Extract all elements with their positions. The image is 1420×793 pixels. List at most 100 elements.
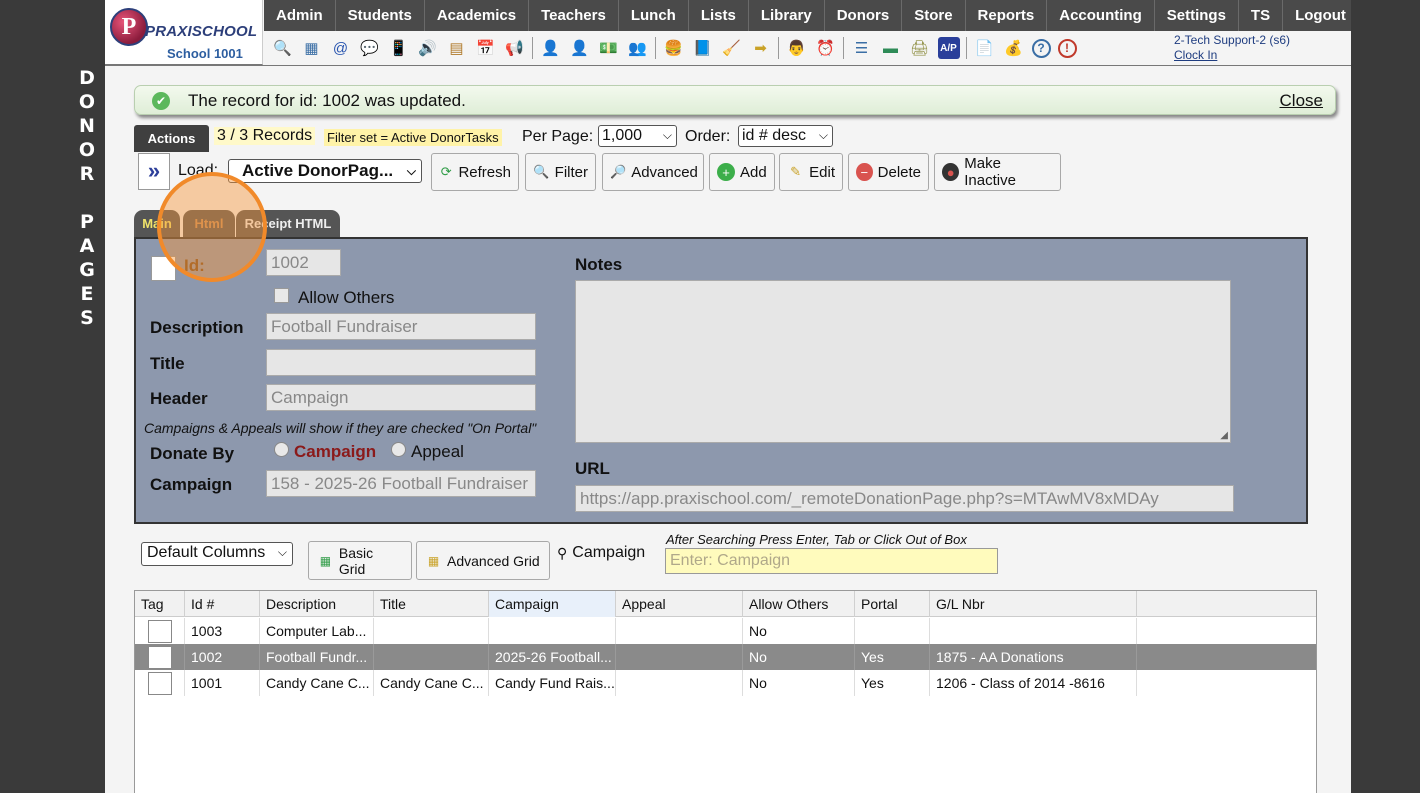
description-field[interactable]: Football Fundraiser — [266, 313, 536, 340]
printer-icon[interactable]: 🖨 — [909, 37, 931, 59]
group-icon[interactable]: 👥 — [627, 37, 649, 59]
load-select[interactable]: Active DonorPag... ⌵ — [228, 159, 422, 183]
user-red-icon[interactable]: 👤 — [540, 37, 562, 59]
calendar-icon[interactable]: 📅 — [475, 37, 497, 59]
user-blue-icon[interactable]: 👤 — [569, 37, 591, 59]
column-header-allow-others[interactable]: Allow Others — [743, 591, 855, 617]
row-tag-checkbox[interactable] — [148, 620, 172, 643]
resize-grip-icon[interactable]: ◢ — [1220, 430, 1228, 441]
menu-donors[interactable]: Donors — [825, 0, 903, 31]
filter-button[interactable]: 🔍 Filter — [525, 153, 596, 191]
order-select[interactable]: id # desc ⌵ — [738, 125, 833, 147]
pdf-icon[interactable]: 📄 — [974, 37, 996, 59]
money-icon[interactable]: 💵 — [598, 37, 620, 59]
school-name: School 1001 — [167, 46, 243, 61]
donate-by-campaign-radio[interactable] — [274, 442, 289, 457]
menu-logout[interactable]: Logout — [1283, 0, 1351, 31]
column-header-portal[interactable]: Portal — [855, 591, 930, 617]
table-cell: Yes — [855, 644, 930, 670]
side-title-letter: P — [80, 211, 94, 233]
export-icon[interactable]: ➡ — [750, 37, 772, 59]
menu-lunch[interactable]: Lunch — [619, 0, 689, 31]
column-header-campaign[interactable]: Campaign — [489, 591, 616, 617]
refresh-button[interactable]: ⟳ Refresh — [431, 153, 519, 191]
menu-store[interactable]: Store — [902, 0, 966, 31]
per-page-select[interactable]: 1,000 ⌵ — [598, 125, 677, 147]
donor-page-form: Id: 1002 Allow Others Description Footba… — [134, 237, 1308, 524]
help-icon[interactable]: ? — [1031, 38, 1051, 58]
campaign-search-input[interactable]: Enter: Campaign — [665, 548, 998, 574]
notes-textarea[interactable]: ◢ — [575, 280, 1231, 443]
megaphone-icon[interactable]: 📢 — [504, 37, 526, 59]
advanced-button[interactable]: 🔎 Advanced — [602, 153, 704, 191]
allow-others-checkbox[interactable] — [274, 288, 289, 303]
report-icon[interactable]: ▤ — [446, 37, 468, 59]
side-title-letter: R — [79, 163, 95, 185]
basic-grid-button[interactable]: ▦ Basic Grid — [308, 541, 412, 580]
side-title-letter: G — [79, 259, 95, 281]
portal-note: Campaigns & Appeals will show if they ar… — [144, 420, 537, 436]
list-icon[interactable]: ☰ — [851, 37, 873, 59]
menu-teachers[interactable]: Teachers — [529, 0, 619, 31]
grid-icon[interactable]: ▦ — [301, 37, 323, 59]
logo[interactable]: P PRAXISCHOOL School 1001 — [105, 0, 263, 65]
table-row[interactable]: 1003 Computer Lab... No — [135, 618, 1316, 644]
columns-select[interactable]: Default Columns ⌵ — [141, 542, 293, 566]
speaker-icon[interactable]: 🔊 — [417, 37, 439, 59]
broom-icon[interactable]: 🧹 — [721, 37, 743, 59]
donate-by-appeal-label: Appeal — [411, 442, 464, 461]
menu-students[interactable]: Students — [336, 0, 425, 31]
edit-button[interactable]: ✎ Edit — [779, 153, 843, 191]
notification-close-link[interactable]: Close — [1280, 91, 1323, 111]
alert-icon[interactable]: ! — [1057, 38, 1077, 58]
lunch-icon[interactable]: 🍔 — [663, 37, 685, 59]
search-icon[interactable]: 🔍 — [272, 37, 294, 59]
menu-accounting[interactable]: Accounting — [1047, 0, 1155, 31]
chat-icon[interactable]: 💬 — [359, 37, 381, 59]
delete-button[interactable]: − Delete — [848, 153, 929, 191]
actions-button[interactable]: Actions — [134, 125, 209, 152]
ap-icon[interactable]: A/P — [937, 37, 960, 59]
menu-academics[interactable]: Academics — [425, 0, 530, 31]
header-field[interactable]: Campaign — [266, 384, 536, 411]
double-chevron-right-icon: » — [147, 158, 161, 183]
teacher-icon[interactable]: 👨 — [786, 37, 808, 59]
menu-lists[interactable]: Lists — [689, 0, 749, 31]
table-row[interactable]: 1002 Football Fundr... 2025-26 Football...… — [135, 644, 1316, 670]
menu-reports[interactable]: Reports — [966, 0, 1048, 31]
make-inactive-button[interactable]: ● Make Inactive — [934, 153, 1061, 191]
cash-register-icon[interactable]: 💰 — [1003, 37, 1025, 59]
email-icon[interactable]: @ — [330, 37, 352, 59]
row-tag-checkbox[interactable] — [148, 646, 172, 669]
menu-settings[interactable]: Settings — [1155, 0, 1239, 31]
url-field[interactable]: https://app.praxischool.com/_remoteDonat… — [575, 485, 1234, 512]
add-button[interactable]: + Add — [709, 153, 775, 191]
menu-admin[interactable]: Admin — [264, 0, 336, 31]
clock-in-link[interactable]: Clock In — [1174, 48, 1290, 62]
column-header-appeal[interactable]: Appeal — [616, 591, 743, 617]
table-cell: Yes — [855, 670, 930, 696]
per-page-value: 1,000 — [602, 127, 643, 144]
column-header-title[interactable]: Title — [374, 591, 489, 617]
row-tag-checkbox[interactable] — [148, 672, 172, 695]
menu-library[interactable]: Library — [749, 0, 825, 31]
campaign-field[interactable]: 158 - 2025-26 Football Fundraiser — [266, 470, 536, 497]
book-icon[interactable]: 📘 — [692, 37, 714, 59]
chevron-down-icon: ⌵ — [277, 545, 287, 559]
column-header-id[interactable]: Id # — [185, 591, 260, 617]
clock-icon[interactable]: ⏰ — [815, 37, 837, 59]
id-field[interactable]: 1002 — [266, 249, 341, 276]
column-header-g-l-nbr[interactable]: G/L Nbr — [930, 591, 1137, 617]
table-row[interactable]: 1001 Candy Cane C... Candy Cane C... Candy … — [135, 670, 1316, 696]
table-cell — [374, 644, 489, 670]
advanced-search-icon: 🔎 — [610, 164, 627, 179]
phone-icon[interactable]: 📱 — [388, 37, 410, 59]
expand-panel-button[interactable]: » — [138, 153, 170, 190]
menu-ts[interactable]: TS — [1239, 0, 1284, 31]
donate-by-appeal-radio[interactable] — [391, 442, 406, 457]
column-header-description[interactable]: Description — [260, 591, 374, 617]
advanced-grid-button[interactable]: ▦ Advanced Grid — [416, 541, 550, 580]
check-icon[interactable]: ▬ — [880, 37, 902, 59]
title-field[interactable] — [266, 349, 536, 376]
column-header-tag[interactable]: Tag — [135, 591, 185, 617]
